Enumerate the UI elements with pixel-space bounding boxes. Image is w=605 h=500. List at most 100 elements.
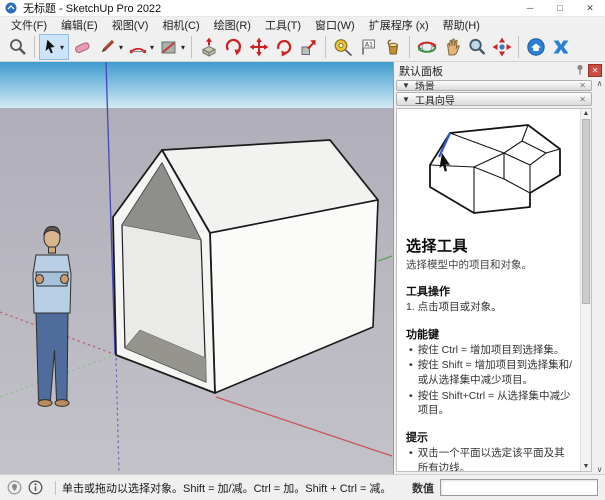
chevron-down-icon[interactable]: ▾	[181, 43, 185, 52]
panel-scrollbar[interactable]: ∧ ∨	[594, 79, 605, 474]
follow-me-icon	[224, 37, 244, 57]
orbit-tool-button[interactable]	[414, 34, 439, 60]
zoom-icon	[467, 37, 487, 57]
rectangle-tool-button[interactable]	[156, 34, 181, 60]
svg-text:A1: A1	[365, 42, 373, 49]
instructor-heading: 选择工具	[406, 235, 575, 256]
zoom-extents-icon	[492, 37, 512, 57]
instructor-intro: 选择模型中的项目和对象。	[406, 257, 575, 272]
scale-tool-button[interactable]	[296, 34, 321, 60]
scroll-thumb[interactable]	[582, 119, 590, 304]
info-icon[interactable]	[28, 480, 43, 495]
panel-header: 默认面板 ✕	[394, 62, 605, 79]
minimize-button[interactable]: ─	[515, 0, 545, 16]
extension-warehouse-icon	[551, 37, 571, 57]
instructor-item: •按住 Ctrl = 增加项目到选择集。	[406, 343, 575, 358]
instructor-illustration	[410, 113, 572, 231]
section-bar-scenes[interactable]: ▼ 场景 ✕	[396, 80, 592, 91]
toolbar-separator	[34, 36, 35, 58]
eraser-tool-button[interactable]	[69, 34, 94, 60]
text-tool-button[interactable]: A1	[355, 34, 380, 60]
title-bar: 无标题 - SketchUp Pro 2022 ─ □ ✕	[0, 0, 605, 17]
instructor-item: •按住 Shift = 增加项目到选择集和/或从选择集中减少项目。	[406, 358, 575, 387]
arc-tool-button[interactable]	[125, 34, 150, 60]
select-tool-button[interactable]: ▾	[39, 34, 69, 60]
push-pull-tool-button[interactable]	[196, 34, 221, 60]
section-close-icon[interactable]: ✕	[579, 81, 586, 90]
section-bar-instructor[interactable]: ▼ 工具向导 ✕	[396, 92, 592, 106]
measurements-input[interactable]	[440, 479, 598, 496]
chevron-down-icon[interactable]: ▾	[60, 43, 64, 52]
instructor-scrollbar[interactable]: ▲ ▼	[580, 109, 591, 471]
pan-hand-icon	[442, 37, 462, 57]
menu-item[interactable]: 工具(T)	[258, 17, 308, 33]
line-tool-button[interactable]	[94, 34, 119, 60]
statusbar-separator	[55, 481, 56, 495]
zoom-tool-button[interactable]	[464, 34, 489, 60]
geolocation-icon[interactable]	[7, 480, 22, 495]
panel-title: 默认面板	[399, 63, 443, 79]
collapse-icon[interactable]: ▼	[402, 81, 410, 90]
section-label: 工具向导	[415, 92, 455, 107]
orbit-icon	[417, 37, 437, 57]
extension-warehouse-button[interactable]	[548, 34, 573, 60]
push-pull-icon	[199, 37, 219, 57]
scroll-up-icon[interactable]: ∧	[597, 79, 603, 88]
menu-item[interactable]: 帮助(H)	[436, 17, 487, 33]
tape-measure-tool-button[interactable]	[330, 34, 355, 60]
scroll-up-icon[interactable]: ▲	[581, 110, 591, 117]
collapse-icon[interactable]: ▼	[402, 95, 410, 104]
menu-item[interactable]: 文件(F)	[4, 17, 54, 33]
instructor-content: 选择工具 选择模型中的项目和对象。 工具操作1. 点击项目或对象。功能键•按住 …	[397, 109, 580, 471]
menu-item[interactable]: 绘图(R)	[207, 17, 258, 33]
menu-item[interactable]: 编辑(E)	[54, 17, 105, 33]
scroll-down-icon[interactable]: ▼	[581, 463, 591, 470]
chevron-down-icon[interactable]: ▾	[119, 43, 123, 52]
window-title: 无标题 - SketchUp Pro 2022	[23, 0, 161, 16]
window-controls: ─ □ ✕	[515, 0, 605, 16]
status-bar: 单击或拖动以选择对象。Shift = 加/减。Ctrl = 加。Shift + …	[0, 474, 605, 500]
instructor-panel: ▲ ▼ 选择工具 选择模型中的项目和对象	[396, 108, 592, 472]
panel-close-button[interactable]: ✕	[588, 64, 602, 77]
instructor-item: •双击一个平面以选定该平面及其所有边线。	[406, 446, 575, 471]
pan-tool-button[interactable]	[439, 34, 464, 60]
maximize-button[interactable]: □	[545, 0, 575, 16]
move-tool-button[interactable]	[246, 34, 271, 60]
paint-bucket-tool-button[interactable]	[380, 34, 405, 60]
section-close-icon[interactable]: ✕	[579, 95, 586, 104]
follow-me-tool-button[interactable]	[221, 34, 246, 60]
zoom-search-button[interactable]	[5, 34, 30, 60]
rotate-icon	[274, 37, 294, 57]
text-icon: A1	[358, 37, 378, 57]
model-viewport[interactable]	[0, 62, 393, 474]
3d-warehouse-button[interactable]	[523, 34, 548, 60]
default-tray-panel: 默认面板 ✕ ∧ ∨ ▼ 场景 ✕ ▼ 工具向导 ✕ ▲ ▼	[393, 62, 605, 474]
bullet-icon: •	[409, 358, 413, 387]
section-label: 场景	[415, 80, 435, 91]
toolbar-separator	[409, 36, 410, 58]
measurements-label: 数值	[412, 480, 434, 496]
menu-item[interactable]: 窗口(W)	[308, 17, 362, 33]
tape-measure-icon	[333, 37, 353, 57]
instructor-section-title: 提示	[406, 429, 575, 445]
menu-item[interactable]: 相机(C)	[155, 17, 206, 33]
pin-icon[interactable]	[573, 64, 586, 78]
rotate-tool-button[interactable]	[271, 34, 296, 60]
bullet-icon: •	[409, 446, 413, 471]
status-hint: 单击或拖动以选择对象。Shift = 加/减。Ctrl = 加。Shift + …	[62, 480, 391, 496]
main-toolbar: ▾ ▾ ▾ ▾ A1	[0, 33, 605, 62]
instructor-section-title: 功能键	[406, 326, 575, 342]
pencil-icon	[97, 37, 117, 57]
zoom-extents-tool-button[interactable]	[489, 34, 514, 60]
search-icon	[8, 37, 28, 57]
eraser-icon	[72, 37, 92, 57]
chevron-down-icon[interactable]: ▾	[150, 43, 154, 52]
close-button[interactable]: ✕	[575, 0, 605, 16]
menu-item[interactable]: 视图(V)	[105, 17, 156, 33]
rectangle-icon	[159, 37, 179, 57]
scroll-down-icon[interactable]: ∨	[597, 465, 603, 474]
instructor-item: •按住 Shift+Ctrl = 从选择集中减少项目。	[406, 389, 575, 418]
instructor-item: 1. 点击项目或对象。	[406, 300, 575, 315]
menu-item[interactable]: 扩展程序 (x)	[362, 17, 436, 33]
bullet-icon: •	[409, 389, 413, 418]
